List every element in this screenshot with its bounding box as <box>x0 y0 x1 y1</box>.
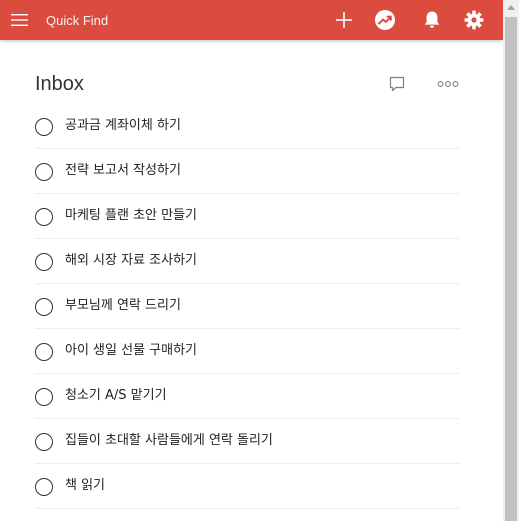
main-content: Inbox 공과금 계좌이체 하기 전략 보고서 작성하기 마케팅 플랜 초안 … <box>0 40 503 521</box>
task-list: 공과금 계좌이체 하기 전략 보고서 작성하기 마케팅 플랜 초안 만들기 해외… <box>35 104 460 509</box>
more-horizontal-icon <box>437 81 459 87</box>
task-item: 아이 생일 선물 구매하기 <box>35 329 460 374</box>
comment-icon <box>389 76 405 92</box>
task-content[interactable]: 전략 보고서 작성하기 <box>65 161 181 181</box>
task-item: 책 읽기 <box>35 464 460 509</box>
productivity-trend-icon <box>375 10 395 30</box>
task-complete-checkbox[interactable] <box>35 118 53 136</box>
project-comments-button[interactable] <box>386 73 408 95</box>
task-complete-checkbox[interactable] <box>35 253 53 271</box>
hamburger-menu-icon[interactable] <box>8 8 32 32</box>
task-complete-checkbox[interactable] <box>35 388 53 406</box>
task-content[interactable]: 책 읽기 <box>65 476 105 496</box>
task-content[interactable]: 해외 시장 자료 조사하기 <box>65 251 197 271</box>
gear-icon <box>464 10 484 30</box>
task-complete-checkbox[interactable] <box>35 208 53 226</box>
task-item: 부모님께 연락 드리기 <box>35 284 460 329</box>
task-item: 전략 보고서 작성하기 <box>35 149 460 194</box>
bell-icon <box>424 11 440 28</box>
task-item: 공과금 계좌이체 하기 <box>35 104 460 149</box>
project-header: Inbox <box>35 70 460 100</box>
task-item: 해외 시장 자료 조사하기 <box>35 239 460 284</box>
task-content[interactable]: 청소기 A/S 맡기기 <box>65 386 167 406</box>
notifications-button[interactable] <box>419 7 445 33</box>
task-content[interactable]: 아이 생일 선물 구매하기 <box>65 341 197 361</box>
task-complete-checkbox[interactable] <box>35 343 53 361</box>
task-content[interactable]: 공과금 계좌이체 하기 <box>65 116 181 136</box>
vertical-scrollbar[interactable] <box>503 0 519 521</box>
scrollbar-thumb[interactable] <box>505 17 517 521</box>
settings-button[interactable] <box>461 7 487 33</box>
task-item: 집들이 초대할 사람들에게 연락 돌리기 <box>35 419 460 464</box>
productivity-button[interactable] <box>372 7 398 33</box>
task-item: 청소기 A/S 맡기기 <box>35 374 460 419</box>
task-item: 마케팅 플랜 초안 만들기 <box>35 194 460 239</box>
task-complete-checkbox[interactable] <box>35 298 53 316</box>
task-complete-checkbox[interactable] <box>35 478 53 496</box>
top-bar <box>0 0 503 40</box>
scroll-up-arrow-icon[interactable] <box>507 5 515 10</box>
project-title: Inbox <box>35 73 84 95</box>
quick-find-input[interactable] <box>40 8 332 32</box>
project-more-button[interactable] <box>436 73 460 95</box>
task-content[interactable]: 집들이 초대할 사람들에게 연락 돌리기 <box>65 431 273 451</box>
task-content[interactable]: 마케팅 플랜 초안 만들기 <box>65 206 197 226</box>
app-window: Inbox 공과금 계좌이체 하기 전략 보고서 <box>0 0 519 521</box>
task-content[interactable]: 부모님께 연락 드리기 <box>65 296 181 316</box>
plus-icon <box>336 12 352 28</box>
task-complete-checkbox[interactable] <box>35 433 53 451</box>
task-complete-checkbox[interactable] <box>35 163 53 181</box>
add-task-button[interactable] <box>331 7 357 33</box>
